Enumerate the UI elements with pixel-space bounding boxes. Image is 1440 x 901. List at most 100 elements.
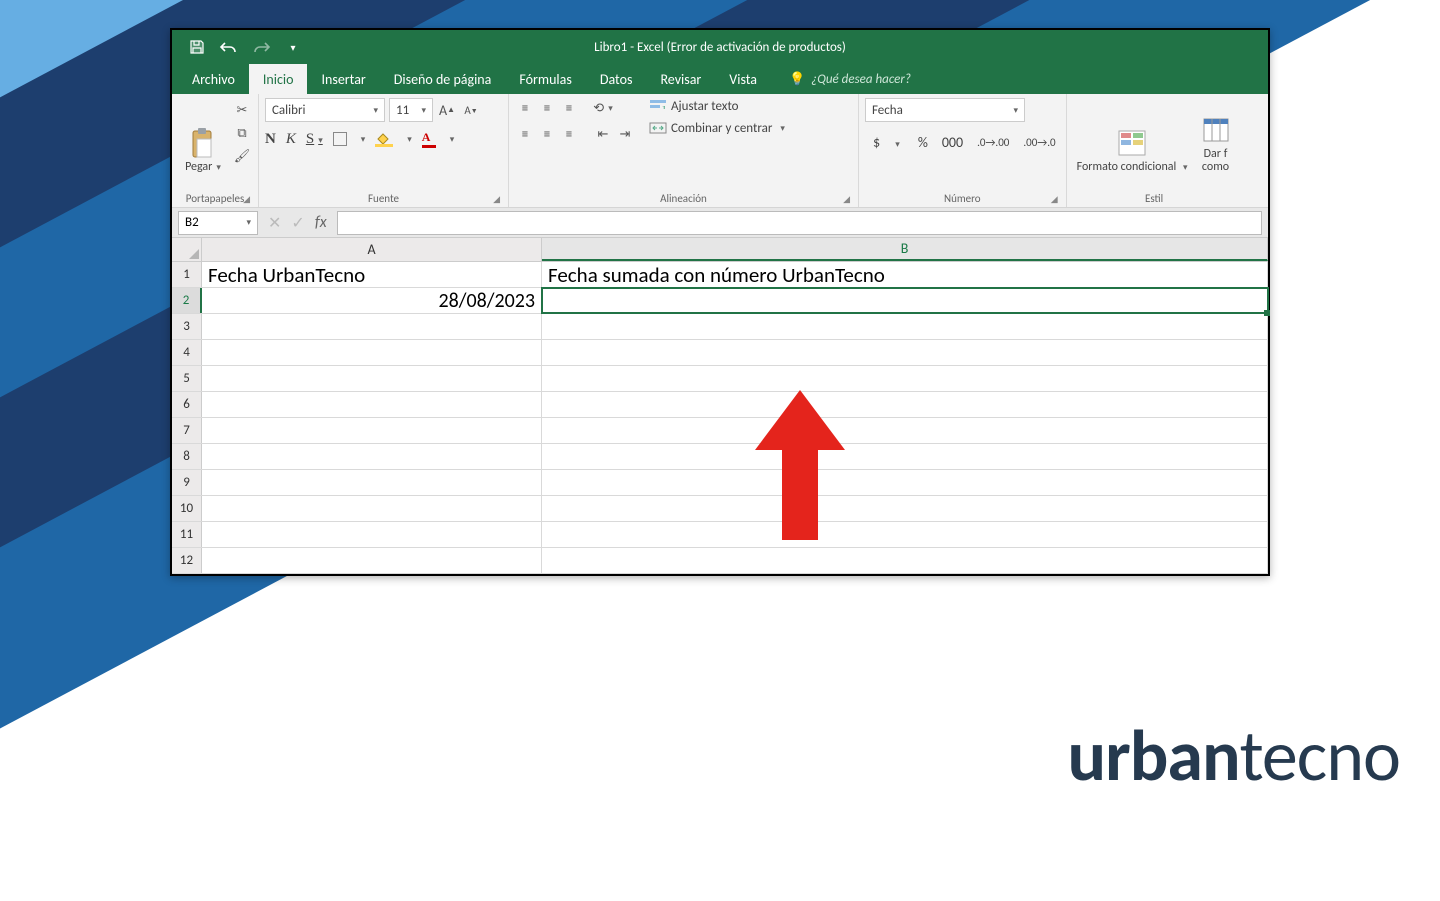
align-top-icon[interactable]: ≡ [515,98,535,118]
paste-button[interactable]: Pegar▾ [178,98,228,178]
group-label-alignment: Alineación◢ [515,190,852,207]
dialog-launcher-icon[interactable]: ◢ [1051,194,1058,205]
cell-a2[interactable]: 28/08/2023 [202,288,542,313]
decrease-decimal-icon[interactable]: .00→.0 [1019,134,1059,151]
cell-b11[interactable] [542,522,1268,547]
cell-b2-selected[interactable] [542,288,1268,313]
cell-b4[interactable] [542,340,1268,365]
orientation-icon[interactable]: ⟲▾ [593,98,613,118]
conditional-format-button[interactable]: Formato condicional ▾ [1073,98,1192,178]
cell-a1[interactable]: Fecha UrbanTecno [202,262,542,287]
cell-a11[interactable] [202,522,542,547]
cell-a9[interactable] [202,470,542,495]
row-header-5[interactable]: 5 [172,366,202,391]
redo-icon[interactable] [248,34,274,60]
column-header-a[interactable]: A [202,238,542,261]
cell-a4[interactable] [202,340,542,365]
tell-me-search[interactable]: 💡 ¿Qué desea hacer? [789,64,911,94]
cell-a8[interactable] [202,444,542,469]
tab-revisar[interactable]: Revisar [646,64,715,94]
row-header-8[interactable]: 8 [172,444,202,469]
tab-insertar[interactable]: Insertar [307,64,379,94]
row-header-12[interactable]: 12 [172,548,202,573]
row-header-1[interactable]: 1 [172,262,202,287]
select-all-corner[interactable] [172,238,202,261]
group-label-styles: Estil [1073,190,1236,207]
borders-button[interactable] [333,132,347,146]
comma-style-button[interactable]: 000 [938,132,967,153]
cell-a6[interactable] [202,392,542,417]
wrap-text-icon [649,98,667,114]
tab-formulas[interactable]: Fórmulas [505,64,585,94]
row-header-4[interactable]: 4 [172,340,202,365]
ribbon-tab-strip: Archivo Inicio Insertar Diseño de página… [172,64,1268,94]
align-left-icon[interactable]: ≡ [515,124,535,144]
format-painter-icon[interactable]: 🖌 [232,146,252,166]
align-bottom-icon[interactable]: ≡ [559,98,579,118]
font-size-select[interactable]: 11▾ [389,98,433,122]
number-format-select[interactable]: Fecha▾ [865,98,1025,122]
tab-archivo[interactable]: Archivo [178,64,249,94]
wrap-text-button[interactable]: Ajustar texto [649,98,785,114]
cell-b6[interactable] [542,392,1268,417]
cancel-edit-icon[interactable]: ✕ [268,213,281,233]
tab-diseno-de-pagina[interactable]: Diseño de página [380,64,506,94]
cell-b3[interactable] [542,314,1268,339]
tab-vista[interactable]: Vista [715,64,771,94]
undo-icon[interactable] [216,34,242,60]
percent-button[interactable]: % [914,132,932,153]
cell-a7[interactable] [202,418,542,443]
tab-datos[interactable]: Datos [586,64,647,94]
insert-function-icon[interactable]: fx [315,213,327,232]
column-header-b[interactable]: B [542,238,1268,261]
cell-a12[interactable] [202,548,542,573]
cell-b12[interactable] [542,548,1268,573]
format-as-table-button[interactable]: Dar fcomo [1196,98,1236,178]
row-header-7[interactable]: 7 [172,418,202,443]
confirm-edit-icon[interactable]: ✓ [291,213,304,233]
cell-a5[interactable] [202,366,542,391]
cell-b1[interactable]: Fecha sumada con número UrbanTecno [542,262,1268,287]
cell-a10[interactable] [202,496,542,521]
align-right-icon[interactable]: ≡ [559,124,579,144]
cut-icon[interactable]: ✂ [232,100,252,120]
increase-decimal-icon[interactable]: .0→.00 [973,134,1013,151]
decrease-font-icon[interactable]: A▼ [461,100,481,120]
cell-b7[interactable] [542,418,1268,443]
row-12: 12 [172,548,1268,574]
italic-button[interactable]: K [286,131,296,148]
cell-b5[interactable] [542,366,1268,391]
currency-button[interactable]: $ ▾ [865,132,908,153]
align-center-icon[interactable]: ≡ [537,124,557,144]
row-header-11[interactable]: 11 [172,522,202,547]
copy-icon[interactable]: ⧉ [232,123,252,143]
save-icon[interactable] [184,34,210,60]
underline-button[interactable]: S▾ [306,131,323,148]
qat-customize-icon[interactable]: ▾ [280,34,306,60]
row-header-10[interactable]: 10 [172,496,202,521]
bold-button[interactable]: N [265,131,276,148]
dialog-launcher-icon[interactable]: ◢ [843,194,850,205]
cell-b10[interactable] [542,496,1268,521]
font-color-button[interactable]: A [422,130,436,148]
align-middle-icon[interactable]: ≡ [537,98,557,118]
row-header-3[interactable]: 3 [172,314,202,339]
cell-b9[interactable] [542,470,1268,495]
tab-inicio[interactable]: Inicio [249,64,308,94]
dialog-launcher-icon[interactable]: ◢ [493,194,500,205]
dialog-launcher-icon[interactable]: ◢ [243,194,250,205]
font-name-select[interactable]: Calibri▾ [265,98,385,122]
merge-center-button[interactable]: Combinar y centrar ▾ [649,120,785,136]
group-styles: Formato condicional ▾ Dar fcomo Estil [1067,94,1242,207]
cell-b8[interactable] [542,444,1268,469]
increase-font-icon[interactable]: A▲ [437,100,457,120]
increase-indent-icon[interactable]: ⇥ [615,124,635,144]
row-header-9[interactable]: 9 [172,470,202,495]
name-box[interactable]: B2▾ [178,211,258,235]
row-header-6[interactable]: 6 [172,392,202,417]
formula-bar[interactable] [337,211,1262,235]
decrease-indent-icon[interactable]: ⇤ [593,124,613,144]
fill-color-button[interactable] [375,131,393,147]
row-header-2[interactable]: 2 [172,288,202,313]
cell-a3[interactable] [202,314,542,339]
